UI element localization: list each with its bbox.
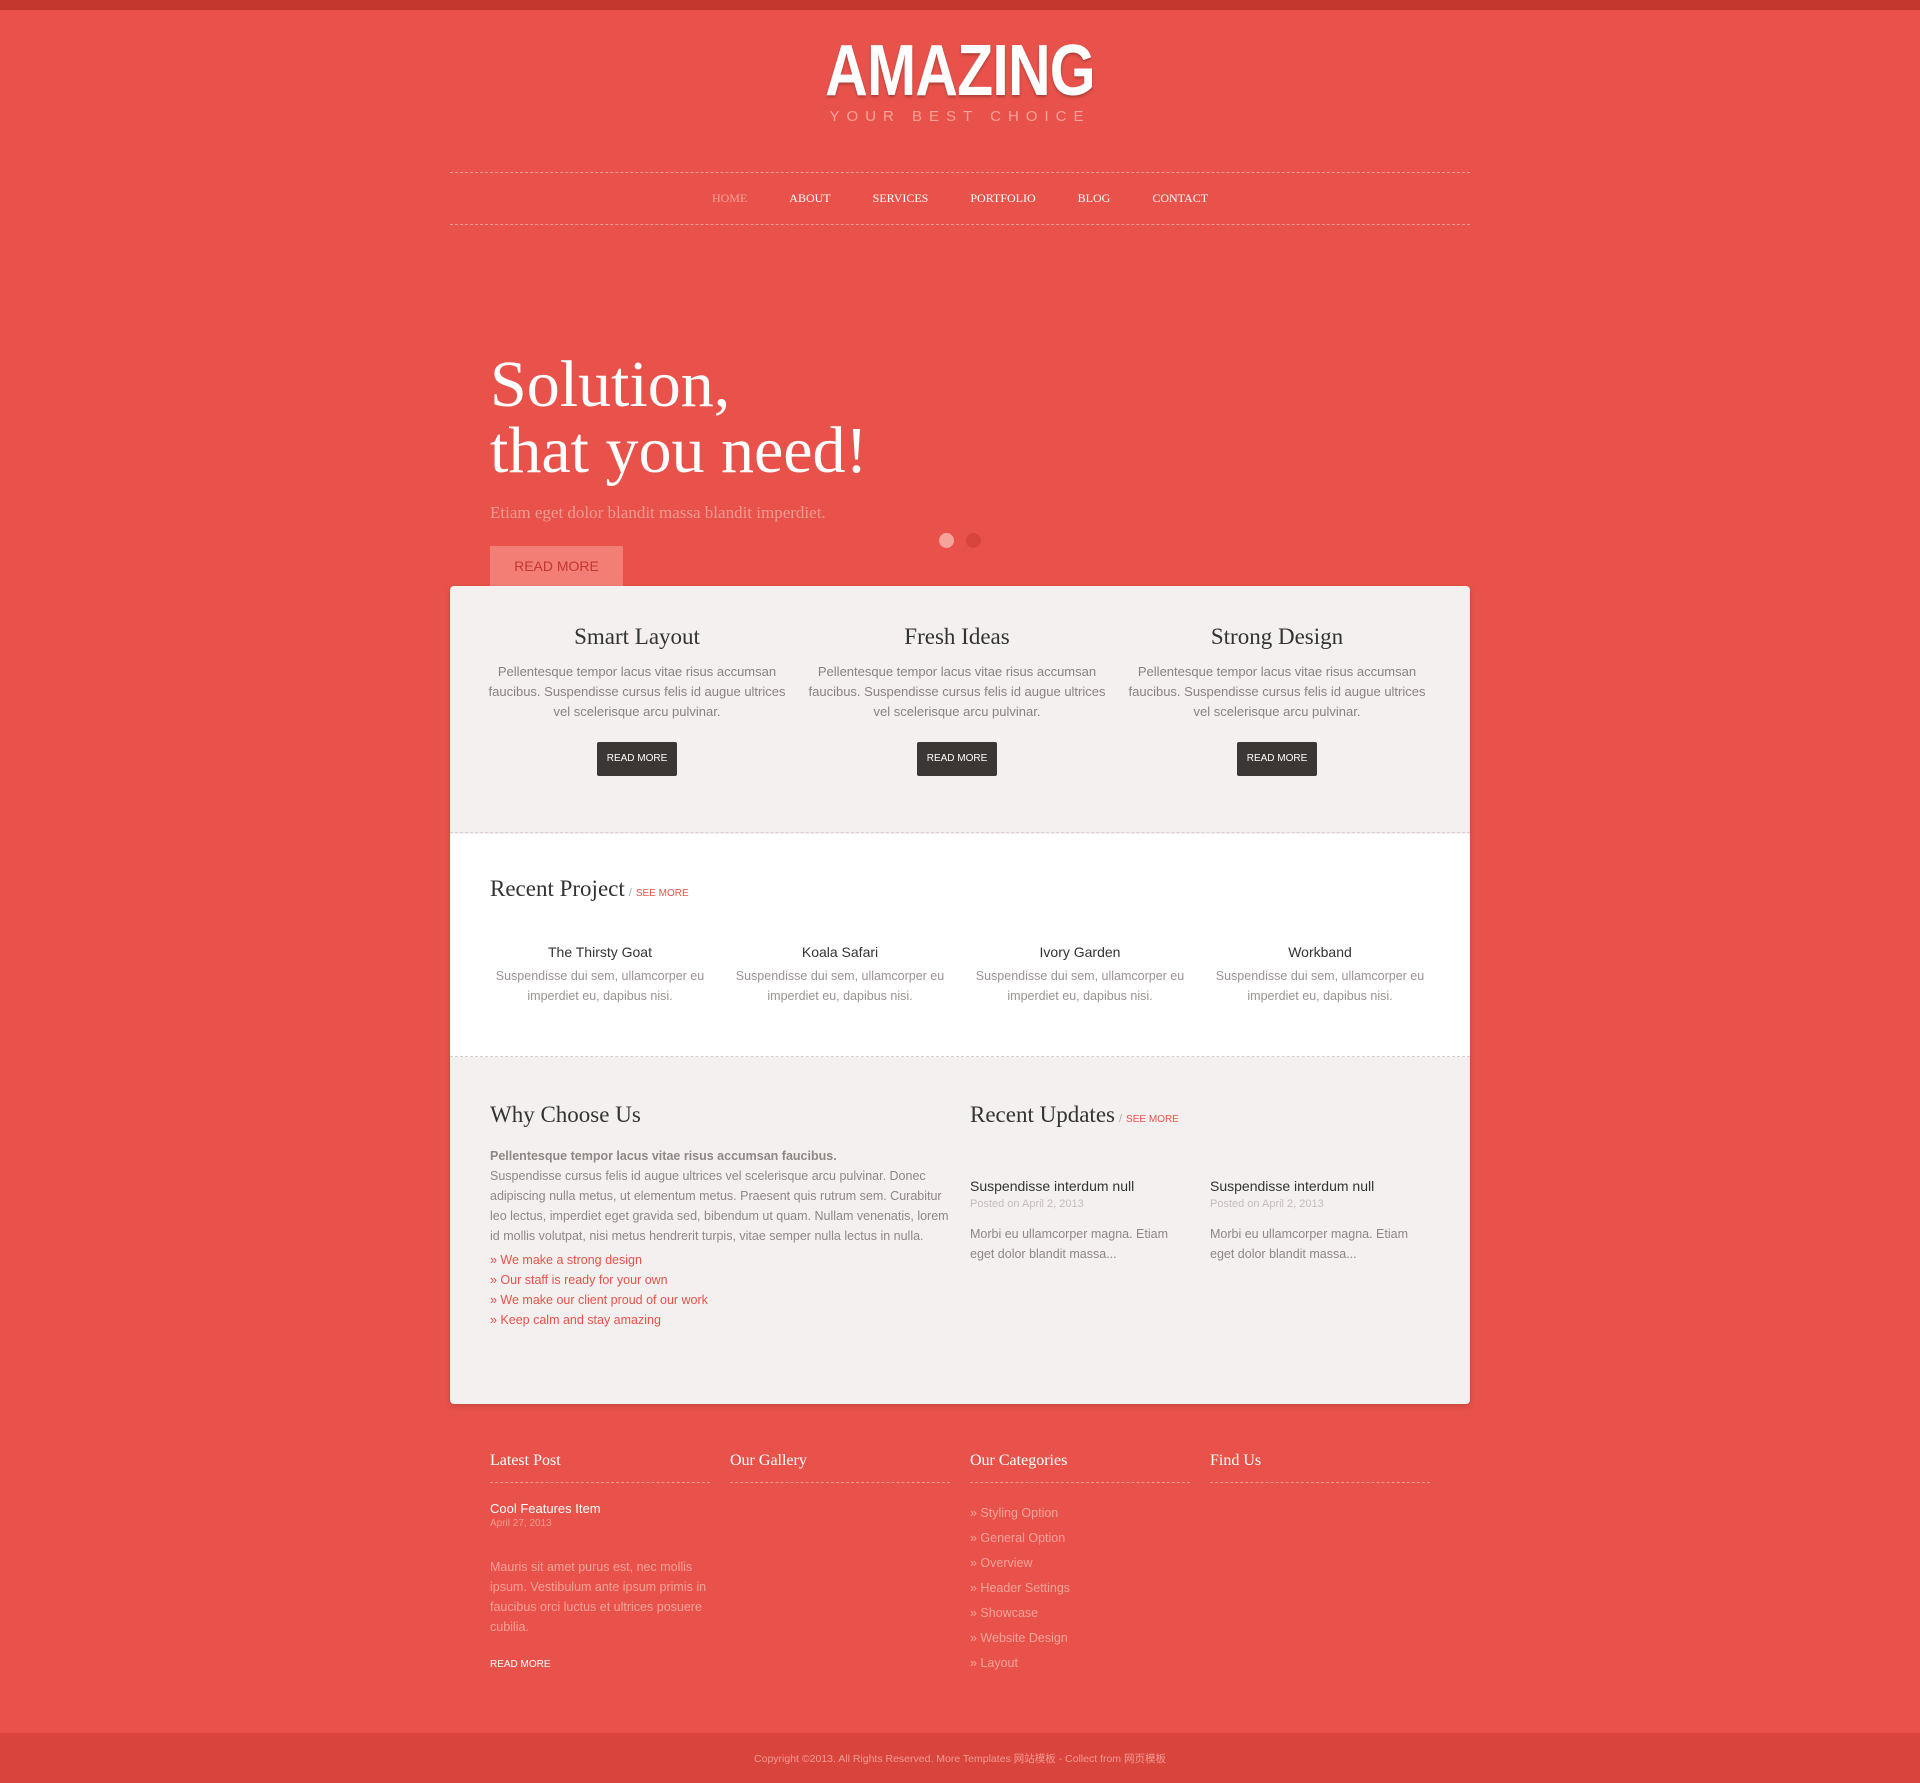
footer-categories: Our Categories » Styling Option » Genera… (970, 1452, 1190, 1676)
why-list-item[interactable]: » Our staff is ready for your own (490, 1270, 960, 1290)
footer-find-us: Find Us (1210, 1452, 1430, 1501)
project-item[interactable]: Ivory Garden Suspendisse dui sem, ullamc… (970, 944, 1190, 1006)
feature-fresh-ideas: Fresh Ideas Pellentesque tempor lacus vi… (804, 624, 1110, 776)
category-link[interactable]: » Website Design (970, 1626, 1190, 1651)
hero-subtitle: Etiam eget dolor blandit massa blandit i… (490, 503, 826, 522)
feature-text: Pellentesque tempor lacus vitae risus ac… (808, 664, 1106, 719)
footer-widget-title: Our Categories (970, 1452, 1190, 1483)
category-link[interactable]: » Header Settings (970, 1576, 1190, 1601)
project-item[interactable]: Workband Suspendisse dui sem, ullamcorpe… (1210, 944, 1430, 1006)
category-link[interactable]: » Showcase (970, 1601, 1190, 1626)
why-list-item[interactable]: » We make a strong design (490, 1250, 960, 1270)
slider-dot-2[interactable] (966, 533, 981, 548)
feature-smart-layout: Smart Layout Pellentesque tempor lacus v… (484, 624, 790, 776)
feature-title: Fresh Ideas (904, 624, 1010, 649)
hero-title-line-1: Solution, (490, 348, 731, 421)
footer-gallery: Our Gallery (730, 1452, 950, 1501)
feature-title: Strong Design (1210, 624, 1344, 649)
hero-read-more-button[interactable]: READ MORE (490, 546, 623, 586)
latest-post-title[interactable]: Cool Features Item (490, 1501, 710, 1516)
update-title[interactable]: Suspendisse interdum null (970, 1178, 1190, 1194)
footer-widget-title: Our Gallery (730, 1452, 950, 1483)
category-link[interactable]: » Styling Option (970, 1501, 1190, 1526)
copyright-text: Copyright ©2013. All Rights Reserved. Mo… (754, 1752, 1166, 1765)
project-title: The Thirsty Goat (547, 944, 652, 960)
update-date: Posted on April 2, 2013 (970, 1198, 1084, 1210)
latest-post-date: April 27, 2013 (490, 1518, 552, 1529)
update-date: Posted on April 2, 2013 (1210, 1198, 1324, 1210)
nav-blog[interactable]: BLOG (1078, 191, 1111, 206)
feature-text: Pellentesque tempor lacus vitae risus ac… (1128, 664, 1426, 719)
update-item: Suspendisse interdum null Posted on Apri… (970, 1178, 1190, 1264)
recent-project-title: Recent Project (490, 876, 625, 901)
feature-title: Smart Layout (574, 624, 700, 649)
project-title: Koala Safari (801, 944, 879, 960)
nav-contact[interactable]: CONTACT (1152, 191, 1208, 206)
nav-about[interactable]: ABOUT (789, 191, 830, 206)
project-text: Suspendisse dui sem, ullamcorper eu impe… (495, 969, 705, 1003)
update-text: Morbi eu ullamcorper magna. Etiam eget d… (1210, 1227, 1408, 1261)
recent-project-heading: Recent Project / SEE MORE (490, 876, 689, 902)
why-list-item[interactable]: » Keep calm and stay amazing (490, 1310, 960, 1330)
hero-title: Solution, that you need! (490, 352, 868, 484)
project-text: Suspendisse dui sem, ullamcorper eu impe… (735, 969, 945, 1003)
category-link[interactable]: » Layout (970, 1651, 1190, 1676)
heading-separator: / (628, 887, 632, 899)
project-title: Ivory Garden (1039, 944, 1121, 960)
footer-widget-title: Latest Post (490, 1452, 710, 1483)
feature-read-more-button[interactable]: READ MORE (916, 742, 998, 776)
update-text: Morbi eu ullamcorper magna. Etiam eget d… (970, 1227, 1168, 1261)
update-item: Suspendisse interdum null Posted on Apri… (1210, 1178, 1430, 1264)
top-accent-bar (0, 0, 1920, 10)
project-title: Workband (1288, 944, 1352, 960)
recent-updates-heading: Recent Updates / SEE MORE (970, 1102, 1179, 1128)
slider-dot-1[interactable] (939, 533, 954, 548)
site-tagline: YOUR BEST CHOICE (829, 108, 1091, 125)
why-text: Pellentesque tempor lacus vitae risus ac… (490, 1146, 960, 1246)
why-lead: Pellentesque tempor lacus vitae risus ac… (490, 1149, 837, 1163)
why-list: » We make a strong design » Our staff is… (490, 1250, 960, 1330)
project-text: Suspendisse dui sem, ullamcorper eu impe… (975, 969, 1185, 1003)
why-choose-us-title: Why Choose Us (490, 1102, 641, 1127)
content-panel: Smart Layout Pellentesque tempor lacus v… (450, 586, 1470, 1404)
nav-home[interactable]: HOME (712, 191, 747, 206)
why-choose-us-content: Pellentesque tempor lacus vitae risus ac… (490, 1146, 960, 1330)
hero-title-line-2: that you need! (490, 414, 868, 487)
nav-portfolio[interactable]: PORTFOLIO (970, 191, 1035, 206)
feature-strong-design: Strong Design Pellentesque tempor lacus … (1124, 624, 1430, 776)
latest-post-read-more-link[interactable]: READ MORE (490, 1659, 710, 1670)
project-item[interactable]: Koala Safari Suspendisse dui sem, ullamc… (730, 944, 950, 1006)
footer-widget-title: Find Us (1210, 1452, 1430, 1483)
feature-read-more-button[interactable]: READ MORE (596, 742, 678, 776)
heading-separator: / (1118, 1113, 1123, 1125)
recent-project-section: Recent Project / SEE MORE The Thirsty Goat… (450, 834, 1470, 1057)
why-list-item[interactable]: » We make our client proud of our work (490, 1290, 960, 1310)
main-nav: HOME ABOUT SERVICES PORTFOLIO BLOG CONTA… (450, 172, 1470, 225)
footer-latest-post: Latest Post Cool Features Item April 27,… (490, 1452, 710, 1670)
site-footer: Copyright ©2013. All Rights Reserved. Mo… (0, 1733, 1920, 1783)
recent-project-see-more-link[interactable]: SEE MORE (636, 888, 689, 899)
features-section: Smart Layout Pellentesque tempor lacus v… (450, 586, 1470, 833)
feature-text: Pellentesque tempor lacus vitae risus ac… (488, 664, 786, 719)
project-text: Suspendisse dui sem, ullamcorper eu impe… (1215, 969, 1425, 1003)
latest-post-text: Mauris sit amet purus est, nec mollis ip… (490, 1560, 707, 1634)
why-body: Suspendisse cursus felis id augue ultric… (490, 1169, 949, 1243)
recent-updates-title: Recent Updates (970, 1102, 1115, 1127)
category-link[interactable]: » General Option (970, 1526, 1190, 1551)
project-item[interactable]: The Thirsty Goat Suspendisse dui sem, ul… (490, 944, 710, 1006)
nav-services[interactable]: SERVICES (873, 191, 929, 206)
categories-list: » Styling Option » General Option » Over… (970, 1501, 1190, 1676)
site-logo[interactable]: AMAZING (173, 30, 1747, 112)
recent-updates-see-more-link[interactable]: SEE MORE (1126, 1114, 1179, 1125)
feature-read-more-button[interactable]: READ MORE (1236, 742, 1318, 776)
update-title[interactable]: Suspendisse interdum null (1210, 1178, 1430, 1194)
category-link[interactable]: » Overview (970, 1551, 1190, 1576)
